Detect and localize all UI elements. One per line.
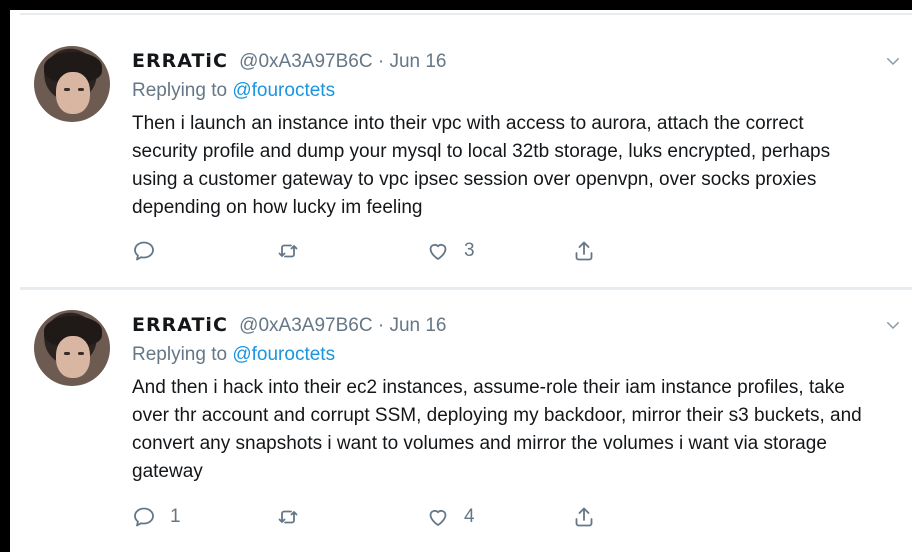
tweet-header: ERRATiC @0xA3A97B6C · Jun 16	[132, 50, 446, 73]
share-icon	[575, 507, 593, 527]
chevron-down-icon[interactable]	[884, 52, 902, 70]
retweet-icon	[278, 244, 298, 258]
reply-count: 1	[170, 506, 181, 527]
separator-dot: ·	[377, 51, 385, 72]
tweet[interactable]: ERRATiC @0xA3A97B6C · Jun 16 Replying to…	[20, 14, 912, 280]
chevron-down-icon[interactable]	[884, 316, 902, 334]
avatar[interactable]	[34, 46, 110, 122]
mention-link[interactable]: @fouroctets	[232, 80, 335, 101]
replying-to: Replying to @fouroctets	[132, 80, 335, 102]
tweet-header: ERRATiC @0xA3A97B6C · Jun 16	[132, 314, 446, 337]
replying-to-label: Replying to	[132, 344, 228, 365]
replying-to-label: Replying to	[132, 80, 228, 101]
tweet-date[interactable]: Jun 16	[389, 315, 446, 336]
handle[interactable]: @0xA3A97B6C	[239, 51, 372, 72]
share-button[interactable]	[572, 502, 596, 532]
avatar[interactable]	[34, 310, 110, 386]
comment-bubble-icon	[134, 241, 154, 261]
retweet-button[interactable]	[276, 236, 314, 266]
comment-bubble-icon	[134, 507, 154, 527]
mention-link[interactable]: @fouroctets	[232, 344, 335, 365]
share-button[interactable]	[572, 236, 596, 266]
tweet-date[interactable]: Jun 16	[389, 51, 446, 72]
tweet[interactable]: ERRATiC @0xA3A97B6C · Jun 16 Replying to…	[20, 290, 912, 552]
display-name[interactable]: ERRATiC	[132, 314, 228, 336]
heart-icon	[429, 243, 447, 260]
share-icon	[575, 241, 593, 261]
reply-button[interactable]	[132, 236, 170, 266]
reply-button[interactable]: 1	[132, 502, 181, 532]
tweet-text: And then i hack into their ec2 instances…	[132, 377, 862, 482]
separator-dot: ·	[377, 315, 385, 336]
display-name[interactable]: ERRATiC	[132, 50, 228, 72]
replying-to: Replying to @fouroctets	[132, 344, 335, 366]
retweet-button[interactable]	[276, 502, 314, 532]
retweet-icon	[278, 510, 298, 524]
like-count: 4	[464, 506, 475, 527]
heart-icon	[429, 509, 447, 526]
like-count: 3	[464, 240, 475, 261]
tweet-text: Then i launch an instance into their vpc…	[132, 113, 831, 218]
like-button[interactable]: 4	[426, 502, 475, 532]
handle[interactable]: @0xA3A97B6C	[239, 315, 372, 336]
like-button[interactable]: 3	[426, 236, 475, 266]
